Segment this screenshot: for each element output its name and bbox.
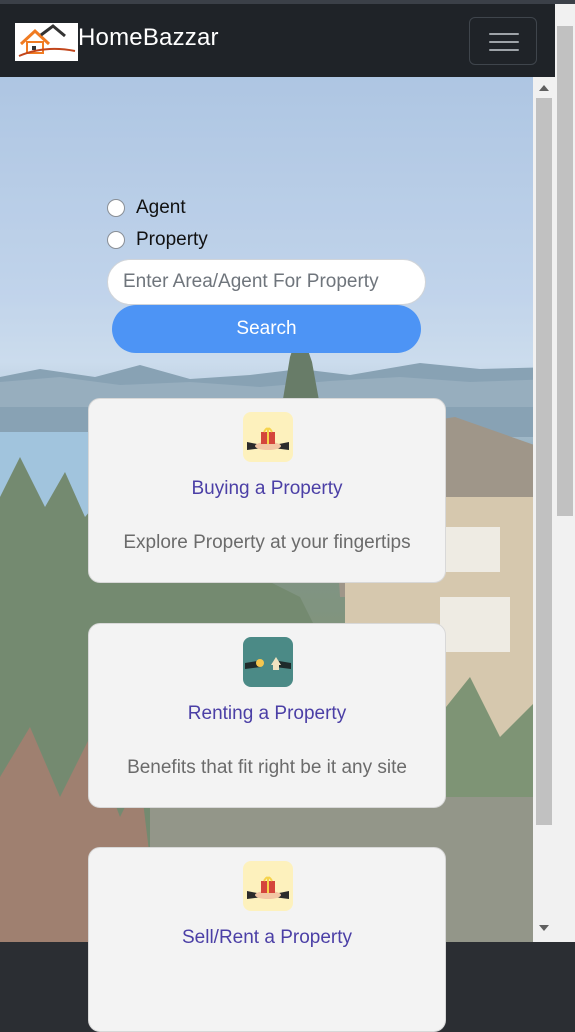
hamburger-icon-bar — [489, 49, 519, 51]
card-buying-property[interactable]: Buying a Property Explore Property at yo… — [88, 398, 446, 583]
brand-logo[interactable] — [15, 23, 78, 61]
card-title[interactable]: Sell/Rent a Property — [89, 927, 445, 949]
radio-option-agent[interactable]: Agent — [107, 196, 186, 220]
radio-option-property[interactable]: Property — [107, 228, 208, 252]
window-scroll-thumb[interactable] — [557, 26, 573, 516]
search-button[interactable]: Search — [112, 305, 421, 353]
brand-name[interactable]: HomeBazzar — [78, 24, 219, 52]
property-radio-label[interactable]: Property — [136, 229, 208, 251]
card-description: Benefits that fit right be it any site — [127, 757, 407, 778]
card-sell-rent-property[interactable]: Sell/Rent a Property — [88, 847, 446, 1032]
agent-radio[interactable] — [107, 199, 125, 217]
menu-toggle-button[interactable] — [469, 17, 537, 65]
scroll-down-arrow-icon[interactable] — [539, 925, 549, 931]
card-description: Explore Property at your fingertips — [123, 532, 411, 553]
gift-house-icon — [243, 412, 293, 462]
card-title[interactable]: Buying a Property — [89, 478, 445, 500]
scroll-up-arrow-icon[interactable] — [539, 85, 549, 91]
hamburger-icon — [489, 33, 519, 35]
property-radio[interactable] — [107, 231, 125, 249]
navbar: HomeBazzar — [0, 4, 555, 77]
hamburger-icon-bar — [489, 41, 519, 43]
search-input[interactable] — [107, 259, 426, 305]
agent-radio-label[interactable]: Agent — [136, 197, 186, 219]
key-house-icon — [243, 637, 293, 687]
scroll-thumb[interactable] — [536, 98, 552, 825]
inner-scrollbar[interactable] — [533, 77, 555, 942]
window-scrollbar[interactable] — [555, 4, 575, 942]
card-title[interactable]: Renting a Property — [89, 703, 445, 725]
card-renting-property[interactable]: Renting a Property Benefits that fit rig… — [88, 623, 446, 808]
gift-house-icon — [243, 861, 293, 911]
